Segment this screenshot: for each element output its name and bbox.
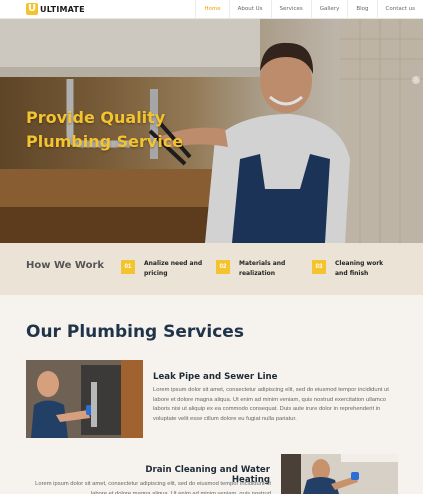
plumber-under-sink-photo	[281, 454, 398, 494]
logo[interactable]: U ULTIMATE	[26, 3, 85, 15]
service-heading: Leak Pipe and Sewer Line	[153, 372, 278, 382]
step-number-badge: 03	[312, 260, 326, 274]
how-we-work-title: How We Work	[26, 260, 105, 271]
services-title: Our Plumbing Services	[26, 322, 244, 342]
logo-mark-icon: U	[26, 3, 38, 15]
service-image-leak-pipe	[26, 360, 143, 438]
step-number-badge: 01	[121, 260, 135, 274]
plumber-fixing-pipe-photo	[26, 360, 143, 438]
service-description: Lorem ipsum dolor sit amet, consectetur …	[153, 387, 389, 422]
service-description: Lorem ipsum dolor sit amet, consectetur …	[35, 481, 271, 494]
step-label: Materials and realization	[239, 260, 286, 277]
nav-item-home[interactable]: Home	[195, 0, 228, 19]
site-header: U ULTIMATE Home About Us Services Galler…	[0, 0, 423, 19]
nav-item-about[interactable]: About Us	[228, 0, 271, 19]
hero-title: Provide Quality Plumbing Service	[26, 108, 184, 151]
slider-next-icon[interactable]: ›	[412, 76, 420, 84]
service-image-drain-cleaning	[281, 454, 398, 494]
step-number-badge: 02	[216, 260, 230, 274]
main-nav: Home About Us Services Gallery Blog Cont…	[195, 0, 423, 19]
step-label: Analize need and pricing	[144, 260, 203, 277]
nav-item-services[interactable]: Services	[270, 0, 311, 19]
nav-item-blog[interactable]: Blog	[347, 0, 376, 19]
nav-item-gallery[interactable]: Gallery	[310, 0, 348, 19]
hero-banner: Provide Quality Plumbing Service ›	[0, 19, 423, 243]
step-3: 03 Cleaning work and finish	[312, 259, 395, 279]
step-label: Cleaning work and finish	[335, 260, 384, 277]
step-1: 01 Analize need and pricing	[121, 259, 204, 279]
logo-text: ULTIMATE	[40, 4, 85, 14]
step-2: 02 Materials and realization	[216, 259, 299, 279]
nav-item-contact[interactable]: Contact us	[376, 0, 423, 19]
how-we-work-band: How We Work 01 Analize need and pricing …	[0, 243, 423, 295]
